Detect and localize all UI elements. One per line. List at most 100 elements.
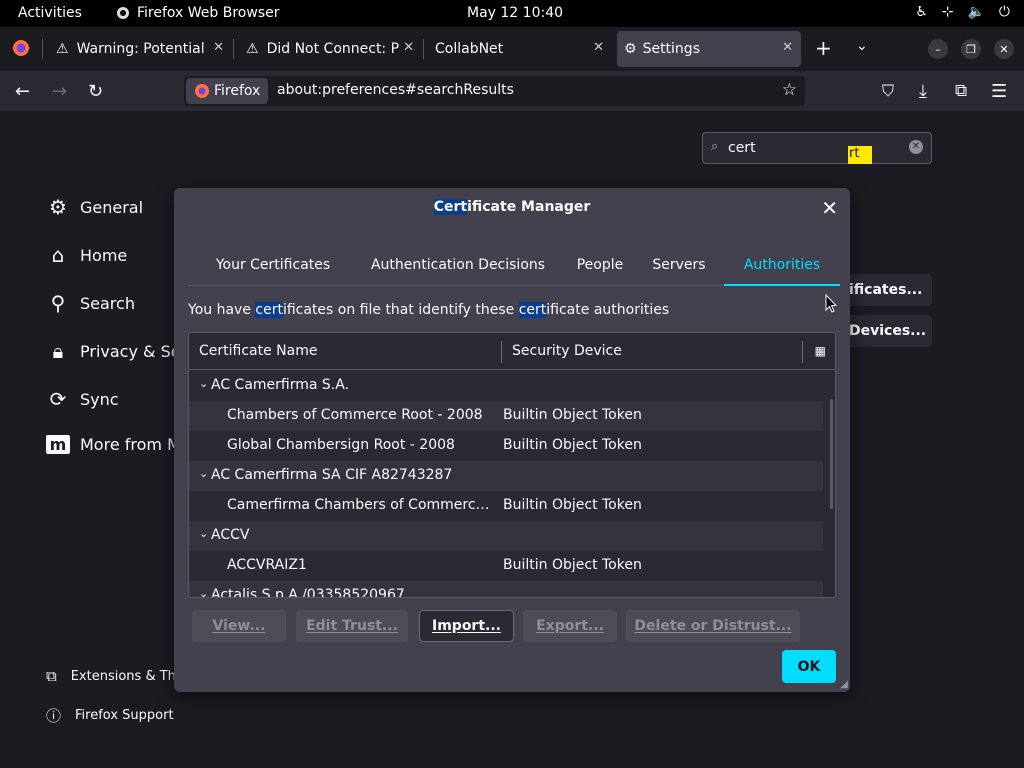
cert-device: Builtin Object Token [503, 497, 642, 513]
tab-authentication-decisions[interactable]: Authentication Decisions [358, 245, 558, 286]
url-bar[interactable]: Firefox about:preferences#searchResults … [184, 76, 805, 106]
tab-your-certificates[interactable]: Your Certificates [198, 245, 348, 286]
back-icon[interactable]: ← [15, 81, 30, 102]
view-button[interactable]: View... [192, 610, 286, 642]
button-label: View... [212, 618, 266, 634]
mozilla-icon: m [46, 435, 70, 454]
chevron-down-icon[interactable]: ⌄ [199, 467, 208, 480]
volume-icon[interactable]: 🔈 [967, 4, 984, 20]
close-window-icon[interactable]: ✕ [994, 39, 1014, 59]
app-menu[interactable]: Firefox Web Browser [116, 5, 280, 21]
certificate-tree[interactable]: Certificate Name Security Device ▦ ⌄ AC … [188, 332, 836, 598]
network-icon[interactable]: ⊹ [942, 4, 954, 20]
group-name: Actalis S.p.A./03358520967 [211, 587, 405, 598]
firefox-icon [117, 7, 129, 19]
button-label: Edit Trust... [306, 618, 398, 634]
tree-group-row[interactable]: ⌄ Actalis S.p.A./03358520967 [189, 581, 823, 598]
cert-name: Chambers of Commerce Root - 2008 [227, 407, 483, 423]
identity-label: Firefox [214, 83, 261, 99]
tree-group-row[interactable]: ⌄ AC Camerfirma S.A. [189, 371, 823, 401]
system-tray[interactable]: ♿ ⊹ 🔈 ⏻ [915, 4, 1010, 20]
forward-icon[interactable]: → [52, 81, 67, 102]
column-security-device[interactable]: Security Device [512, 343, 622, 359]
close-icon[interactable]: ✕ [821, 196, 838, 220]
firefox-view-icon[interactable] [12, 39, 30, 61]
url-text[interactable]: about:preferences#searchResults [277, 82, 514, 98]
sidebar-item-label: Home [80, 245, 128, 265]
clear-search-icon[interactable]: ✕ [909, 140, 923, 154]
restore-icon[interactable]: ❐ [961, 39, 981, 59]
bookmark-star-icon[interactable]: ☆ [782, 80, 797, 100]
intro-highlight: cert [518, 302, 547, 318]
tab-settings[interactable]: ⚙ Settings ✕ [617, 31, 801, 67]
tab-did-not-connect[interactable]: ⚠ Did Not Connect: Po ✕ [238, 31, 422, 67]
sidebar-item-search[interactable]: ⚲ Search [46, 291, 135, 315]
menu-icon[interactable]: ☰ [991, 81, 1007, 102]
ok-button[interactable]: OK [782, 650, 836, 683]
close-tab-icon[interactable]: ✕ [213, 40, 224, 55]
activities-button[interactable]: Activities [18, 5, 82, 21]
search-value: cert [728, 140, 756, 156]
tab-warning[interactable]: ⚠ Warning: Potential S ✕ [48, 31, 232, 67]
chevron-down-icon[interactable]: ⌄ [199, 377, 208, 390]
cert-device: Builtin Object Token [503, 557, 642, 573]
tab-label: Your Certificates [215, 257, 331, 273]
sidebar-item-more-from-mozilla[interactable]: m More from M [46, 435, 181, 454]
tree-group-row[interactable]: ⌄ AC Camerfirma SA CIF A82743287 [189, 461, 823, 491]
tree-row[interactable]: Chambers of Commerce Root - 2008 Builtin… [189, 401, 823, 431]
edit-trust-button[interactable]: Edit Trust... [296, 610, 408, 642]
tab-authorities[interactable]: Authorities [724, 245, 840, 286]
close-tab-icon[interactable]: ✕ [782, 40, 793, 55]
sidebar-item-sync[interactable]: ⟳ Sync [46, 387, 119, 411]
tree-row[interactable]: ACCVRAIZ1 Builtin Object Token [189, 551, 823, 581]
tab-title: Settings [642, 41, 700, 57]
close-tab-icon[interactable]: ✕ [403, 40, 414, 55]
close-tab-icon[interactable]: ✕ [593, 40, 604, 55]
tab-servers[interactable]: Servers [646, 245, 712, 286]
cert-name: Global Chambersign Root - 2008 [227, 437, 455, 453]
sidebar-item-home[interactable]: ⌂ Home [46, 243, 128, 267]
export-button[interactable]: Export... [523, 610, 617, 642]
sidebar-item-privacy[interactable]: 🔒︎ Privacy & Sec [46, 339, 190, 363]
clock[interactable]: May 12 10:40 [467, 5, 563, 21]
chevron-down-icon[interactable]: ⌄ [199, 527, 208, 540]
tab-label: Authentication Decisions [370, 257, 546, 273]
tab-label: Servers [652, 257, 706, 273]
delete-distrust-button[interactable]: Delete or Distrust... [626, 610, 800, 642]
power-icon[interactable]: ⏻ [999, 4, 1010, 20]
tab-label: People [576, 257, 624, 273]
chevron-down-icon[interactable]: ⌄ [199, 587, 208, 597]
sidebar-item-extensions[interactable]: ⧉ Extensions & Th [46, 667, 176, 685]
settings-search-input[interactable]: ⌕ cert ✕ [702, 132, 932, 164]
import-button[interactable]: Import... [419, 610, 514, 642]
search-icon: ⚲ [50, 291, 66, 315]
gear-icon: ⚙ [624, 41, 637, 57]
sidebar-item-support[interactable]: ⓘ Firefox Support [46, 705, 174, 726]
tab-title: Warning: Potential S [76, 41, 209, 57]
column-certificate-name[interactable]: Certificate Name [199, 343, 317, 359]
tab-people[interactable]: People [568, 245, 632, 286]
tab-collabnet[interactable]: CollabNet ✕ [428, 31, 612, 67]
new-tab-icon[interactable]: + [815, 36, 832, 60]
minimize-icon[interactable]: – [928, 39, 948, 59]
gear-icon: ⚙ [49, 195, 67, 219]
firefox-icon [195, 84, 209, 98]
identity-box[interactable]: Firefox [186, 78, 268, 104]
accessibility-icon[interactable]: ♿ [915, 4, 928, 20]
pocket-icon[interactable]: ⛉ [882, 81, 894, 101]
column-picker-icon[interactable]: ▦ [815, 344, 826, 358]
home-icon: ⌂ [51, 243, 65, 267]
system-top-bar: Activities Firefox Web Browser May 12 10… [0, 0, 1024, 27]
extensions-icon[interactable]: ⧉ [955, 81, 967, 101]
list-tabs-icon[interactable]: ⌄ [856, 38, 868, 54]
reload-icon[interactable]: ↻ [88, 81, 103, 102]
title-highlight: Cert [433, 199, 468, 215]
sidebar-item-general[interactable]: ⚙ General [46, 195, 143, 219]
tree-scrollbar[interactable] [830, 399, 833, 509]
downloads-icon[interactable]: ⤓ [919, 81, 927, 102]
tree-row[interactable]: Camerfirma Chambers of Commerce Root Bui… [189, 491, 823, 521]
tree-row[interactable]: Global Chambersign Root - 2008 Builtin O… [189, 431, 823, 461]
resize-grip-icon[interactable]: ◢ [840, 679, 848, 690]
group-name: AC Camerfirma S.A. [211, 377, 350, 393]
tree-group-row[interactable]: ⌄ ACCV [189, 521, 823, 551]
